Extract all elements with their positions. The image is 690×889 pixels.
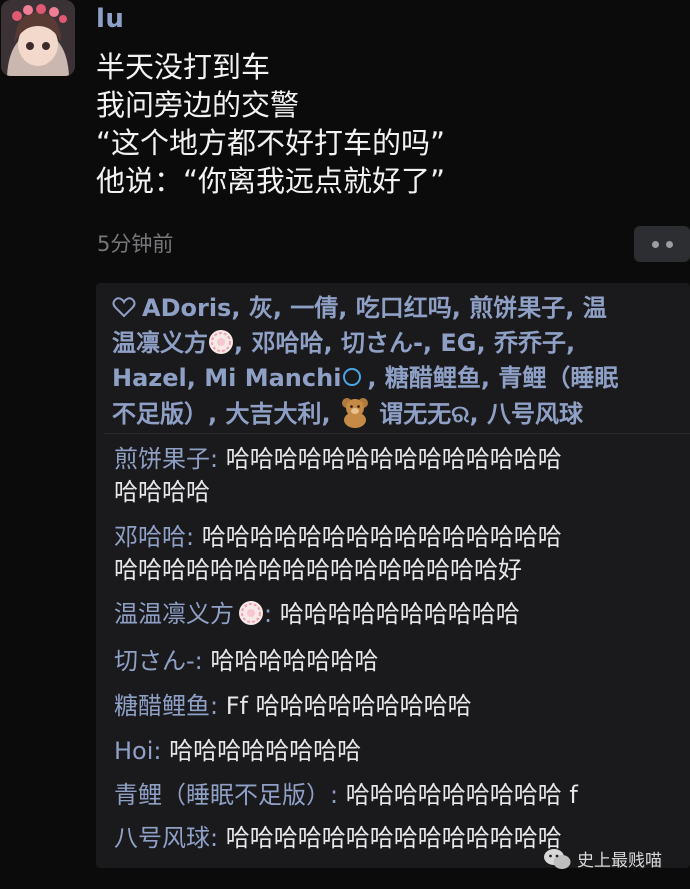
comment-separator: : <box>330 781 346 809</box>
likes-list: ADoris, 灰, 一倩, 吃口红吗, 煎饼果子, 温 温凛义方 , 邓哈哈,… <box>112 291 682 432</box>
heart-outline-icon <box>112 297 136 318</box>
watermark-text: 史上最贱喵 <box>577 851 662 871</box>
comment-author[interactable]: 糖醋鲤鱼 <box>114 692 210 720</box>
comment-text: 哈哈哈哈哈哈哈哈哈哈哈哈哈哈 <box>225 445 562 473</box>
likes-line: ADoris, 灰, 一倩, 吃口红吗, 煎饼果子, 温 <box>112 291 682 326</box>
likes-names: , 乔乔子, <box>476 329 576 357</box>
comment-line: 温温凛义方 : 哈哈哈哈哈哈哈哈哈哈 <box>114 598 674 631</box>
comment-separator: : <box>186 523 202 551</box>
post-line: 我问旁边的交警 <box>96 88 300 122</box>
like-name[interactable]: 温凛义方 <box>112 329 208 357</box>
comment-separator: : <box>210 445 226 473</box>
like-name[interactable]: ADoris <box>142 294 231 322</box>
comment-separator: : <box>210 824 226 852</box>
comment-line: 哈哈哈哈哈哈哈哈哈哈哈哈哈哈哈哈好 <box>114 554 674 587</box>
comment-item[interactable]: 煎饼果子: 哈哈哈哈哈哈哈哈哈哈哈哈哈哈 哈哈哈哈 <box>114 443 674 509</box>
avatar-image <box>1 0 75 76</box>
likes-line: Hazel, Mi Manchi , 糖醋鲤鱼, 青鲤（睡眠 <box>112 361 682 396</box>
more-button[interactable] <box>634 226 690 262</box>
comment-line: 糖醋鲤鱼: Ff 哈哈哈哈哈哈哈哈哈 <box>114 690 674 723</box>
comment-item[interactable]: 糖醋鲤鱼: Ff 哈哈哈哈哈哈哈哈哈 <box>114 690 674 723</box>
comment-line: Hoi: 哈哈哈哈哈哈哈哈 <box>114 735 674 768</box>
post-line: “这个地方都不好打车的吗” <box>96 126 446 160</box>
comment-item[interactable]: 切さん-: 哈哈哈哈哈哈哈 <box>114 645 674 678</box>
teddy-bear-emoji-icon <box>341 398 368 428</box>
likes-names: , 糖醋鲤鱼, 青鲤（睡眠 <box>367 364 619 392</box>
flower-emoji-icon <box>209 330 233 354</box>
comment-item[interactable]: 邓哈哈: 哈哈哈哈哈哈哈哈哈哈哈哈哈哈哈 哈哈哈哈哈哈哈哈哈哈哈哈哈哈哈哈好 <box>114 521 674 587</box>
comment-author[interactable]: 八号风球 <box>114 824 210 852</box>
comment-text: 哈哈哈哈哈哈哈哈哈 f <box>345 781 578 809</box>
comment-author[interactable]: 切さん- <box>114 647 195 675</box>
divider <box>104 433 690 434</box>
more-dots-icon <box>651 240 659 248</box>
comment-separator: : <box>194 647 211 675</box>
like-name[interactable]: EG <box>440 329 476 357</box>
likes-names: , 灰, 一倩, 吃口红吗, 煎饼果子, 温 <box>231 294 607 322</box>
comment-separator: : <box>264 600 280 628</box>
likes-names: , <box>186 364 205 392</box>
likes-names: 谓无无ର, 八号风球 <box>370 400 583 428</box>
comment-text: 哈哈哈哈哈哈哈哈哈哈哈哈哈哈哈 <box>201 523 562 551</box>
post-line: 他说：“你离我远点就好了” <box>96 164 446 198</box>
comment-item[interactable]: 青鲤（睡眠不足版）: 哈哈哈哈哈哈哈哈哈 f <box>114 779 674 812</box>
flower-emoji-icon <box>239 601 263 625</box>
likes-line: 温凛义方 , 邓哈哈, 切さん-, EG, 乔乔子, <box>112 326 682 361</box>
comment-separator: : <box>210 692 226 720</box>
likes-names: 不足版）, 大吉大利, <box>112 400 339 428</box>
comment-separator: : <box>153 737 170 765</box>
username[interactable]: lu <box>96 4 124 34</box>
comment-author[interactable]: 青鲤（睡眠不足版） <box>114 781 330 809</box>
likes-line: 不足版）, 大吉大利, 谓无无ର, 八号风球 <box>112 396 682 432</box>
comment-text: 哈哈哈哈哈哈哈哈哈哈哈哈哈哈哈哈好 <box>114 556 522 584</box>
comment-author[interactable]: 邓哈哈 <box>114 523 186 551</box>
comment-author[interactable]: 煎饼果子 <box>114 445 210 473</box>
comment-author[interactable]: Hoi <box>114 737 153 765</box>
blue-ring-icon <box>343 368 362 386</box>
comment-item[interactable]: 温温凛义方 : 哈哈哈哈哈哈哈哈哈哈 <box>114 598 674 631</box>
comment-text: 哈哈哈哈哈哈哈 <box>210 647 379 675</box>
comment-line: 哈哈哈哈 <box>114 476 674 509</box>
comment-line: 青鲤（睡眠不足版）: 哈哈哈哈哈哈哈哈哈 f <box>114 779 674 812</box>
watermark: 史上最贱喵 <box>543 846 662 871</box>
comment-text: 哈哈哈哈哈哈哈哈哈哈 <box>279 600 520 628</box>
post-line: 半天没打到车 <box>96 50 271 84</box>
post-content: 半天没打到车 我问旁边的交警 “这个地方都不好打车的吗” 他说：“你离我远点就好… <box>96 48 676 200</box>
comment-author[interactable]: 温温凛义方 <box>114 600 234 628</box>
avatar[interactable] <box>1 0 75 76</box>
wechat-icon <box>544 848 571 869</box>
likes-names: , 邓哈哈, 切さん-, <box>234 329 441 357</box>
post-timestamp: 5分钟前 <box>97 232 174 256</box>
comment-line: 切さん-: 哈哈哈哈哈哈哈 <box>114 645 674 678</box>
comment-line: 邓哈哈: 哈哈哈哈哈哈哈哈哈哈哈哈哈哈哈 <box>114 521 674 554</box>
like-name[interactable]: Mi Manchi <box>204 364 341 392</box>
comment-item[interactable]: Hoi: 哈哈哈哈哈哈哈哈 <box>114 735 674 768</box>
comment-text: 哈哈哈哈哈哈哈哈 <box>169 737 362 765</box>
comment-line: 煎饼果子: 哈哈哈哈哈哈哈哈哈哈哈哈哈哈 <box>114 443 674 476</box>
comment-text: Ff 哈哈哈哈哈哈哈哈哈 <box>225 692 472 720</box>
more-dots-icon <box>665 240 673 248</box>
like-name[interactable]: Hazel <box>112 364 187 392</box>
comment-text: 哈哈哈哈哈哈哈哈哈哈哈哈哈哈 <box>225 824 562 852</box>
comment-text: 哈哈哈哈 <box>114 478 210 506</box>
